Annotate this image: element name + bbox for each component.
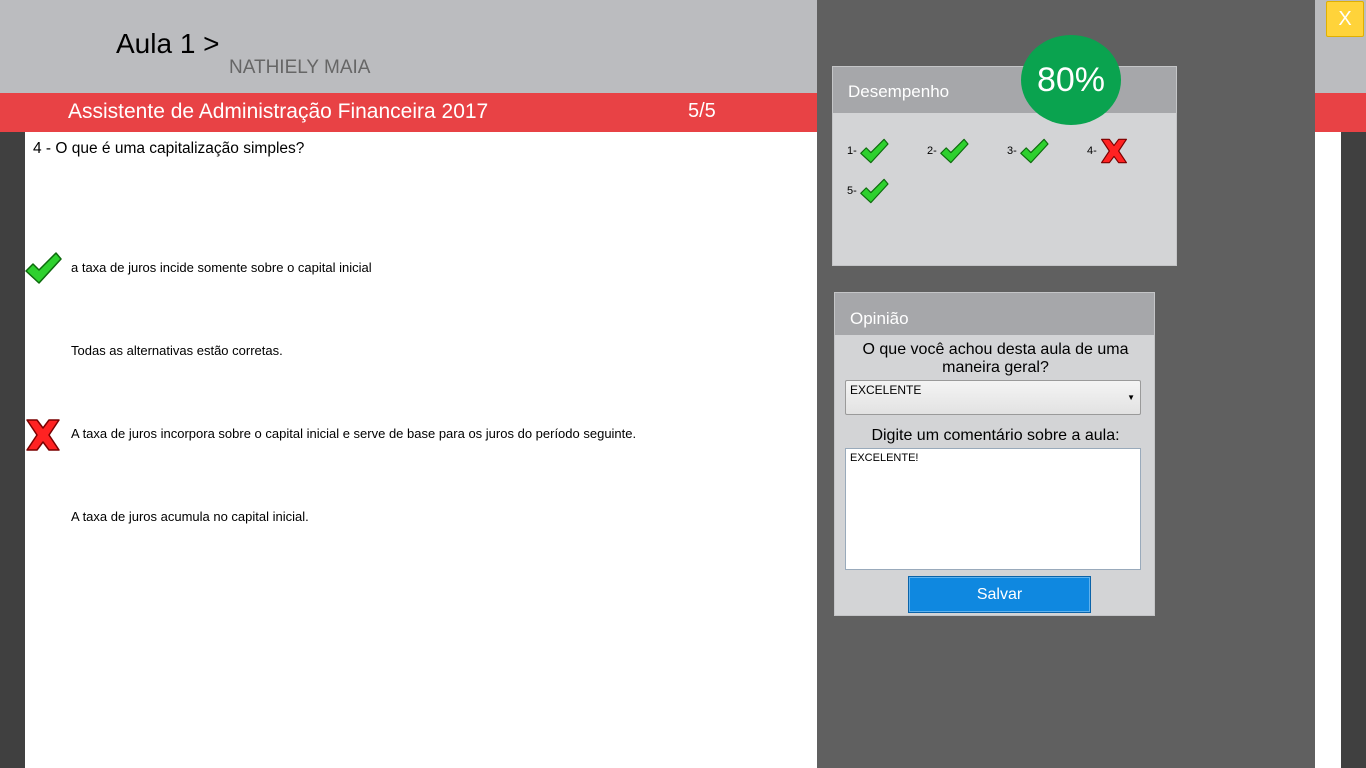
performance-item-label: 2-: [927, 145, 937, 157]
cross-icon: [1100, 138, 1127, 164]
performance-item-4: 4-: [1087, 137, 1129, 165]
comment-textarea[interactable]: EXCELENTE!: [845, 448, 1141, 570]
cross-icon: [26, 419, 60, 451]
check-icon: [1019, 138, 1049, 164]
answer-option-2[interactable]: Todas as alternativas estão corretas.: [71, 343, 283, 358]
left-margin: [0, 132, 25, 768]
performance-item-label: 3-: [1007, 145, 1017, 157]
answer-option-3[interactable]: A taxa de juros incorpora sobre o capita…: [71, 426, 636, 441]
progress-counter: 5/5: [688, 100, 716, 122]
check-icon: [859, 178, 889, 204]
answer-option-4[interactable]: A taxa de juros acumula no capital inici…: [71, 509, 309, 524]
performance-item-label: 5-: [847, 185, 857, 197]
save-button[interactable]: Salvar: [908, 576, 1091, 613]
opinion-panel: Opinião O que você achou desta aula de u…: [834, 292, 1155, 616]
performance-panel: Desempenho 1- 2- 3- 4- 5-: [832, 66, 1177, 266]
check-icon: [939, 138, 969, 164]
rating-selected-value: EXCELENTE: [850, 383, 922, 397]
course-title: Assistente de Administração Financeira 2…: [68, 100, 489, 123]
chevron-down-icon: ▼: [1127, 393, 1135, 402]
performance-item-5: 5-: [847, 177, 889, 205]
opinion-question: O que você achou desta aula de uma manei…: [862, 341, 1129, 376]
right-margin: [1341, 132, 1366, 768]
check-icon: [859, 138, 889, 164]
comment-text: EXCELENTE!: [850, 452, 919, 464]
check-icon: [25, 252, 62, 284]
rating-select[interactable]: EXCELENTE ▼: [845, 380, 1141, 415]
answer-option-1[interactable]: a taxa de juros incide somente sobre o c…: [71, 260, 372, 275]
comment-label: Digite um comentário sobre a aula:: [871, 427, 1120, 444]
performance-item-label: 1-: [847, 145, 857, 157]
question-content-area: [25, 132, 818, 768]
user-name: NATHIELY MAIA: [229, 57, 371, 78]
performance-item-2: 2-: [927, 137, 969, 165]
performance-item-1: 1-: [847, 137, 889, 165]
question-text: 4 - O que é uma capitalização simples?: [33, 140, 305, 157]
lesson-title[interactable]: Aula 1 >: [116, 28, 220, 60]
content-right-edge: [1314, 132, 1341, 768]
performance-title: Desempenho: [848, 82, 950, 101]
performance-item-3: 3-: [1007, 137, 1049, 165]
close-button[interactable]: X: [1326, 1, 1364, 37]
opinion-title: Opinião: [850, 309, 909, 328]
score-badge: 80%: [1021, 35, 1121, 125]
performance-item-label: 4-: [1087, 145, 1097, 157]
